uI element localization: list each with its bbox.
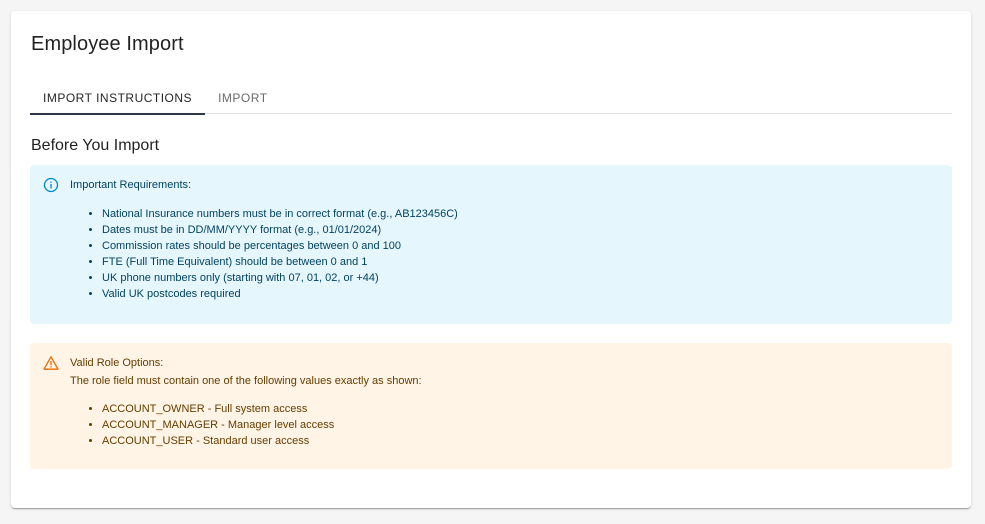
warning-alert: Valid Role Options: The role field must … [30, 343, 952, 469]
tab-import-instructions[interactable]: IMPORT INSTRUCTIONS [30, 81, 206, 115]
list-item: ACCOUNT_USER - Standard user access [102, 433, 938, 449]
requirements-list: National Insurance numbers must be in co… [70, 206, 938, 302]
list-item: ACCOUNT_MANAGER - Manager level access [102, 417, 938, 433]
warning-icon [43, 355, 59, 371]
warning-alert-title: Valid Role Options: [70, 357, 164, 369]
list-item: Dates must be in DD/MM/YYYY format (e.g.… [102, 222, 938, 238]
warning-alert-description: The role field must contain one of the f… [70, 375, 422, 387]
list-item: Valid UK postcodes required [102, 286, 938, 302]
list-item: UK phone numbers only (starting with 07,… [102, 270, 938, 286]
page-title: Employee Import [31, 33, 184, 55]
section-title: Before You Import [31, 137, 160, 154]
role-options-list: ACCOUNT_OWNER - Full system access ACCOU… [70, 401, 938, 449]
import-card: Employee Import IMPORT INSTRUCTIONS IMPO… [11, 11, 971, 508]
list-item: FTE (Full Time Equivalent) should be bet… [102, 254, 938, 270]
tab-bar: IMPORT INSTRUCTIONS IMPORT [30, 81, 952, 115]
info-alert-title: Important Requirements: [70, 179, 192, 191]
list-item: National Insurance numbers must be in co… [102, 206, 938, 222]
tab-import[interactable]: IMPORT [205, 81, 280, 114]
list-item: Commission rates should be percentages b… [102, 238, 938, 254]
list-item: ACCOUNT_OWNER - Full system access [102, 401, 938, 417]
info-icon [43, 177, 59, 193]
info-alert: Important Requirements: National Insuran… [30, 165, 952, 324]
